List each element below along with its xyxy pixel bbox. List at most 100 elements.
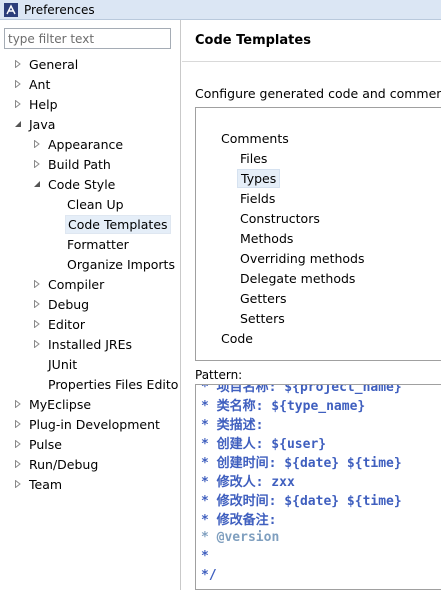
pattern-line: * 修改备注: bbox=[201, 513, 277, 528]
tree-item-label: Debug bbox=[48, 296, 90, 312]
tree-item-label: Editor bbox=[48, 316, 85, 332]
tree-item-myeclipse[interactable]: MyEclipse bbox=[13, 394, 93, 414]
expand-arrow-icon[interactable] bbox=[13, 414, 23, 434]
window-title: Preferences bbox=[24, 2, 95, 17]
template-item-fields[interactable]: Fields bbox=[237, 188, 278, 208]
tree-item-team[interactable]: Team bbox=[13, 474, 64, 494]
tree-item-label: Formatter bbox=[67, 236, 129, 252]
template-item-label: Code bbox=[221, 330, 254, 346]
tree-item-label: General bbox=[29, 56, 79, 72]
expand-arrow-icon[interactable] bbox=[13, 454, 23, 474]
tree-item-label: Clean Up bbox=[67, 196, 124, 212]
tree-item-appearance[interactable]: Appearance bbox=[32, 134, 125, 154]
tree-item-label: Run/Debug bbox=[29, 456, 99, 472]
expand-arrow-icon[interactable] bbox=[32, 314, 42, 334]
template-item-getters[interactable]: Getters bbox=[237, 288, 290, 308]
template-item-comments[interactable]: Comments bbox=[218, 128, 292, 148]
pattern-line: * 项目名称: ${project_name} bbox=[201, 384, 402, 395]
expand-arrow-icon[interactable] bbox=[32, 274, 42, 294]
tree-item-label: Code Templates bbox=[65, 214, 171, 234]
tree-item-label: Team bbox=[29, 476, 63, 492]
tree-item-label: Appearance bbox=[48, 136, 124, 152]
tree-item-installed-jres[interactable]: Installed JREs bbox=[32, 334, 134, 354]
expand-arrow-icon[interactable] bbox=[13, 474, 23, 494]
tree-item-label: Java bbox=[29, 116, 56, 132]
tree-item-build-path[interactable]: Build Path bbox=[32, 154, 113, 174]
tree-item-plug-in-development[interactable]: Plug-in Development bbox=[13, 414, 162, 434]
template-item-label: Constructors bbox=[240, 210, 320, 226]
tree-item-label: Ant bbox=[29, 76, 51, 92]
tree-item-properties-files-edito[interactable]: Properties Files Edito bbox=[32, 374, 180, 394]
collapse-arrow-icon[interactable] bbox=[13, 114, 23, 134]
template-item-label: Fields bbox=[240, 190, 276, 206]
pattern-line: * 修改人: zxx bbox=[201, 475, 295, 490]
tree-item-compiler[interactable]: Compiler bbox=[32, 274, 106, 294]
tree-item-organize-imports[interactable]: Organize Imports bbox=[51, 254, 177, 274]
tree-item-ant[interactable]: Ant bbox=[13, 74, 52, 94]
tree-item-code-style[interactable]: Code Style bbox=[32, 174, 117, 194]
tree-item-general[interactable]: General bbox=[13, 54, 80, 74]
tree-item-formatter[interactable]: Formatter bbox=[51, 234, 131, 254]
tree-item-junit[interactable]: JUnit bbox=[32, 354, 79, 374]
tree-item-label: Organize Imports bbox=[67, 256, 175, 272]
pattern-label: Pattern: bbox=[195, 368, 243, 382]
tree-item-label: Help bbox=[29, 96, 58, 112]
expand-arrow-icon[interactable] bbox=[13, 434, 23, 454]
tree-item-pulse[interactable]: Pulse bbox=[13, 434, 64, 454]
preferences-navigation-pane: General Ant Help Java Appearance Build Path Co… bbox=[0, 20, 181, 590]
tree-item-label: Plug-in Development bbox=[29, 416, 160, 432]
pattern-editor[interactable]: * 项目名称: ${project_name} * 类名称: ${type_nam… bbox=[195, 384, 441, 590]
pattern-line: * @version bbox=[201, 530, 280, 545]
template-item-methods[interactable]: Methods bbox=[237, 228, 296, 248]
page-header: Code Templates bbox=[182, 20, 441, 62]
template-item-label: Methods bbox=[240, 230, 294, 246]
tree-item-code-templates[interactable]: Code Templates bbox=[51, 214, 171, 234]
pattern-line: * 类描述: bbox=[201, 418, 264, 433]
expand-arrow-icon[interactable] bbox=[32, 154, 42, 174]
preference-page: Code Templates Configure generated code … bbox=[182, 20, 441, 590]
expand-arrow-icon[interactable] bbox=[13, 54, 23, 74]
tree-item-run-debug[interactable]: Run/Debug bbox=[13, 454, 100, 474]
template-item-delegate-methods[interactable]: Delegate methods bbox=[237, 268, 358, 288]
template-item-types[interactable]: Types bbox=[237, 168, 281, 188]
template-item-label: Comments bbox=[221, 130, 289, 146]
pattern-line: */ bbox=[201, 568, 217, 583]
template-item-label: Setters bbox=[240, 310, 285, 326]
tree-item-editor[interactable]: Editor bbox=[32, 314, 87, 334]
template-item-overriding-methods[interactable]: Overriding methods bbox=[237, 248, 367, 268]
templates-tree[interactable]: Comments Files Types Fields Constructors Meth… bbox=[195, 107, 441, 361]
collapse-arrow-icon[interactable] bbox=[32, 174, 42, 194]
tree-item-java[interactable]: Java bbox=[13, 114, 57, 134]
eclipse-app-icon bbox=[4, 2, 18, 17]
tree-item-label: Installed JREs bbox=[48, 336, 133, 352]
filter-input[interactable] bbox=[4, 28, 171, 49]
template-item-label: Overriding methods bbox=[240, 250, 365, 266]
tree-item-label: JUnit bbox=[48, 356, 78, 372]
expand-arrow-icon[interactable] bbox=[32, 134, 42, 154]
template-item-code[interactable]: Code bbox=[218, 328, 256, 348]
template-item-files[interactable]: Files bbox=[237, 148, 270, 168]
pattern-line: * 创建时间: ${date} ${time} bbox=[201, 456, 402, 471]
tree-item-label: MyEclipse bbox=[29, 396, 92, 412]
expand-arrow-icon[interactable] bbox=[13, 74, 23, 94]
pattern-line: * 类名称: ${type_name} bbox=[201, 399, 366, 414]
expand-arrow-icon[interactable] bbox=[32, 294, 42, 314]
template-item-setters[interactable]: Setters bbox=[237, 308, 288, 328]
expand-arrow-icon[interactable] bbox=[32, 334, 42, 354]
expand-arrow-icon[interactable] bbox=[13, 394, 23, 414]
tree-item-debug[interactable]: Debug bbox=[32, 294, 91, 314]
expand-arrow-icon[interactable] bbox=[13, 94, 23, 114]
template-item-constructors[interactable]: Constructors bbox=[237, 208, 323, 228]
tree-item-label: Compiler bbox=[48, 276, 105, 292]
tree-item-clean-up[interactable]: Clean Up bbox=[51, 194, 126, 214]
template-item-label: Types bbox=[237, 168, 281, 188]
tree-item-help[interactable]: Help bbox=[13, 94, 60, 114]
pattern-line: * bbox=[201, 549, 209, 564]
template-item-label: Files bbox=[240, 150, 268, 166]
